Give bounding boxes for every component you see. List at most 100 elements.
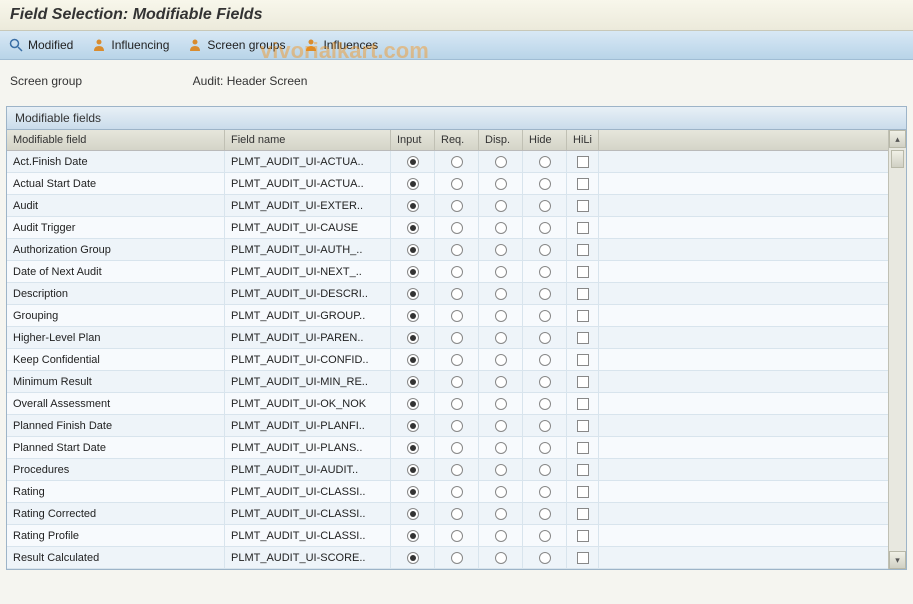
req-radio[interactable] [451,310,463,322]
cell-disp[interactable] [479,261,523,282]
cell-disp[interactable] [479,371,523,392]
col-header-disp[interactable]: Disp. [479,130,523,150]
hide-radio[interactable] [539,288,551,300]
disp-radio[interactable] [495,244,507,256]
cell-input[interactable] [391,305,435,326]
cell-disp[interactable] [479,195,523,216]
hide-radio[interactable] [539,244,551,256]
cell-input[interactable] [391,239,435,260]
cell-req[interactable] [435,173,479,194]
input-radio[interactable] [407,200,419,212]
hide-radio[interactable] [539,442,551,454]
disp-radio[interactable] [495,178,507,190]
col-header-hili[interactable]: HiLi [567,130,599,150]
cell-hili[interactable] [567,547,599,568]
cell-hili[interactable] [567,393,599,414]
cell-hide[interactable] [523,547,567,568]
disp-radio[interactable] [495,442,507,454]
input-radio[interactable] [407,310,419,322]
cell-hide[interactable] [523,525,567,546]
input-radio[interactable] [407,288,419,300]
input-radio[interactable] [407,244,419,256]
hili-checkbox[interactable] [577,486,589,498]
col-header-field[interactable]: Modifiable field [7,130,225,150]
scroll-up-button[interactable]: ▴ [889,130,906,148]
hide-radio[interactable] [539,376,551,388]
hili-checkbox[interactable] [577,222,589,234]
hide-radio[interactable] [539,266,551,278]
input-radio[interactable] [407,354,419,366]
input-radio[interactable] [407,420,419,432]
input-radio[interactable] [407,442,419,454]
cell-input[interactable] [391,327,435,348]
cell-req[interactable] [435,217,479,238]
cell-req[interactable] [435,481,479,502]
cell-req[interactable] [435,415,479,436]
input-radio[interactable] [407,266,419,278]
req-radio[interactable] [451,398,463,410]
cell-disp[interactable] [479,217,523,238]
cell-input[interactable] [391,525,435,546]
cell-hili[interactable] [567,283,599,304]
cell-req[interactable] [435,327,479,348]
cell-req[interactable] [435,393,479,414]
cell-input[interactable] [391,437,435,458]
cell-hide[interactable] [523,305,567,326]
disp-radio[interactable] [495,398,507,410]
cell-hili[interactable] [567,305,599,326]
disp-radio[interactable] [495,552,507,564]
hili-checkbox[interactable] [577,442,589,454]
req-radio[interactable] [451,508,463,520]
cell-hide[interactable] [523,151,567,172]
cell-input[interactable] [391,283,435,304]
col-header-req[interactable]: Req. [435,130,479,150]
scroll-track[interactable] [889,148,906,551]
cell-disp[interactable] [479,239,523,260]
cell-input[interactable] [391,415,435,436]
hili-checkbox[interactable] [577,178,589,190]
cell-hide[interactable] [523,371,567,392]
cell-disp[interactable] [479,415,523,436]
cell-hide[interactable] [523,261,567,282]
hili-checkbox[interactable] [577,332,589,344]
req-radio[interactable] [451,530,463,542]
input-radio[interactable] [407,156,419,168]
req-radio[interactable] [451,552,463,564]
cell-hili[interactable] [567,481,599,502]
cell-req[interactable] [435,283,479,304]
scroll-down-button[interactable]: ▾ [889,551,906,569]
cell-hili[interactable] [567,525,599,546]
hili-checkbox[interactable] [577,310,589,322]
input-radio[interactable] [407,332,419,344]
hide-radio[interactable] [539,464,551,476]
input-radio[interactable] [407,464,419,476]
hide-radio[interactable] [539,200,551,212]
screen-groups-button[interactable]: Screen groups [187,37,285,53]
cell-disp[interactable] [479,327,523,348]
req-radio[interactable] [451,420,463,432]
hide-radio[interactable] [539,178,551,190]
req-radio[interactable] [451,266,463,278]
cell-req[interactable] [435,349,479,370]
cell-disp[interactable] [479,503,523,524]
req-radio[interactable] [451,486,463,498]
cell-hide[interactable] [523,239,567,260]
cell-hili[interactable] [567,261,599,282]
disp-radio[interactable] [495,310,507,322]
hide-radio[interactable] [539,332,551,344]
cell-input[interactable] [391,481,435,502]
cell-disp[interactable] [479,349,523,370]
col-header-input[interactable]: Input [391,130,435,150]
cell-req[interactable] [435,547,479,568]
cell-hili[interactable] [567,327,599,348]
req-radio[interactable] [451,244,463,256]
influencing-button[interactable]: Influencing [91,37,169,53]
cell-req[interactable] [435,459,479,480]
hili-checkbox[interactable] [577,464,589,476]
req-radio[interactable] [451,464,463,476]
hide-radio[interactable] [539,354,551,366]
cell-req[interactable] [435,371,479,392]
req-radio[interactable] [451,376,463,388]
cell-hili[interactable] [567,349,599,370]
input-radio[interactable] [407,552,419,564]
